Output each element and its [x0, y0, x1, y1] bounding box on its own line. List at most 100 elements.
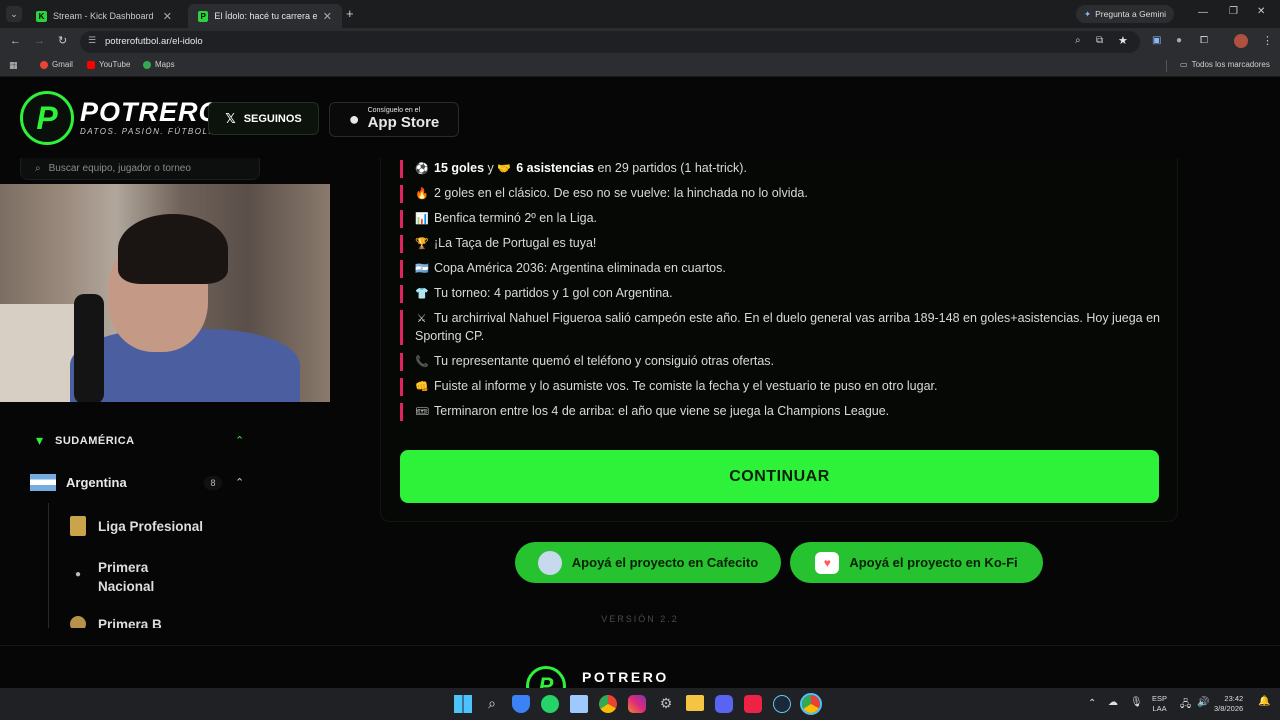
- country-label: Argentina: [66, 475, 127, 490]
- chart-icon: 📊: [415, 213, 429, 225]
- file-explorer-icon[interactable]: [686, 695, 704, 711]
- language-indicator[interactable]: ESP LAA: [1152, 694, 1167, 714]
- kofi-cup-icon: ♥: [815, 551, 840, 574]
- windows-taskbar: ⌕ ⚙ ⌃ ☁ 🎙 ESP LAA 🖧 🔊 23:42 3/8/2026 🔔: [0, 688, 1280, 720]
- region-label: SUDAMÉRICA: [55, 434, 135, 447]
- summary-line: 🏆 ¡La Taça de Portugal es tuya!: [400, 235, 1140, 253]
- ticket-icon: 🎟: [415, 406, 429, 418]
- league-label: Liga Profesional: [98, 518, 204, 534]
- bookmark-youtube[interactable]: YouTube: [87, 60, 130, 69]
- bookmark-maps[interactable]: Maps: [143, 60, 175, 69]
- network-icon[interactable]: 🖧: [1180, 697, 1191, 714]
- windows-start-icon[interactable]: [454, 695, 472, 713]
- apps-grid-icon[interactable]: ▦: [9, 60, 18, 71]
- url-text[interactable]: potrerofutbol.ar/el-idolo: [105, 36, 203, 47]
- summary-line: 👕 Tu torneo: 4 partidos y 1 gol con Argen…: [400, 285, 1140, 303]
- clock[interactable]: 23:42 3/8/2026: [1214, 694, 1243, 714]
- summary-text: Tu representante quemó el teléfono y con…: [434, 354, 775, 368]
- extensions-puzzle-icon[interactable]: ⧠: [1200, 35, 1208, 46]
- notifications-icon[interactable]: 🔔: [1258, 696, 1270, 707]
- bookmark-label: Gmail: [52, 60, 73, 69]
- extension-icon[interactable]: ▣: [1152, 35, 1161, 46]
- time-label: 23:42: [1224, 694, 1244, 703]
- region-sudamerica[interactable]: ▾ SUDAMÉRICA: [36, 432, 135, 449]
- browser-toolbar: ← → ↻ ☰ potrerofutbol.ar/el-idolo ⌕ ⧉ ★ …: [0, 28, 1280, 56]
- league-liga-profesional[interactable]: Liga Profesional: [70, 516, 203, 536]
- cafecito-button[interactable]: Apoyá el proyecto en Cafecito: [515, 542, 781, 583]
- whatsapp-icon[interactable]: [541, 695, 559, 713]
- kofi-button[interactable]: ♥ Apoyá el proyecto en Ko-Fi: [790, 542, 1043, 583]
- tab-title: Stream - Kick Dashboard: [53, 11, 154, 21]
- extension-icon[interactable]: ●: [1176, 35, 1182, 46]
- continue-button[interactable]: CONTINUAR: [400, 450, 1159, 503]
- chevron-up-icon[interactable]: ⌃: [235, 434, 244, 447]
- follow-button[interactable]: 𝕏 SEGUINOS: [208, 102, 319, 135]
- profile-avatar[interactable]: [1234, 34, 1248, 48]
- date-label: 3/8/2026: [1214, 704, 1244, 713]
- summary-stat: 6 asistencias: [516, 161, 595, 175]
- bookmark-gmail[interactable]: Gmail: [40, 60, 73, 69]
- summary-text: y: [484, 161, 498, 175]
- footer-brand: POTRERO: [582, 669, 669, 685]
- tab-el-idolo[interactable]: P El Ídolo: hacé tu carrera en la Li ✕: [188, 4, 342, 28]
- potrero-logo-icon[interactable]: P: [20, 91, 74, 145]
- zoom-icon[interactable]: ⌕: [1075, 35, 1081, 46]
- site-footer: P POTRERO: [0, 645, 1280, 706]
- appstore-big-label: App Store: [367, 114, 440, 132]
- summary-text: en 29 partidos (1 hat-trick).: [594, 161, 747, 175]
- gemini-button[interactable]: ✦ Pregunta a Gemini: [1076, 5, 1174, 23]
- install-icon[interactable]: ⧉: [1096, 35, 1103, 46]
- app-store-button[interactable]: ● Consíguelo en el App Store: [329, 102, 459, 137]
- new-tab-icon[interactable]: +: [346, 6, 354, 21]
- window-close-icon[interactable]: ✕: [1257, 6, 1265, 17]
- search-icon[interactable]: ⌕: [483, 695, 501, 713]
- chrome-icon[interactable]: [599, 695, 617, 713]
- maximize-icon[interactable]: ❐: [1229, 6, 1238, 17]
- fire-icon: 🔥: [415, 188, 429, 200]
- tab-search-icon[interactable]: ⌄: [6, 6, 22, 22]
- south-america-icon: ▾: [36, 432, 44, 448]
- liga-profesional-icon: [70, 516, 86, 536]
- app-icon[interactable]: [744, 695, 762, 713]
- gmail-icon: [40, 60, 48, 69]
- chrome-active-icon[interactable]: [800, 693, 822, 715]
- country-count-badge: 8: [204, 476, 222, 490]
- summary-line: 📊 Benfica terminó 2º en la Liga.: [400, 210, 1140, 228]
- handshake-icon: 🤝: [497, 163, 511, 175]
- apple-icon: ●: [348, 109, 360, 129]
- close-icon[interactable]: ✕: [163, 10, 172, 23]
- close-icon[interactable]: ✕: [323, 10, 332, 23]
- steam-icon[interactable]: [773, 695, 791, 713]
- search-input[interactable]: ⌕ Buscar equipo, jugador o torneo: [20, 158, 260, 180]
- taskbar-apps: ⌕ ⚙: [454, 693, 822, 715]
- address-bar[interactable]: ☰ potrerofutbol.ar/el-idolo ⌕ ⧉ ★: [80, 31, 1140, 53]
- shirt-icon: 👕: [415, 288, 429, 300]
- minimize-icon[interactable]: —: [1198, 7, 1208, 18]
- onedrive-icon[interactable]: ☁: [1108, 697, 1118, 708]
- settings-icon[interactable]: ⚙: [657, 695, 675, 713]
- tray-chevron-icon[interactable]: ⌃: [1088, 698, 1096, 709]
- chevron-up-icon[interactable]: ⌃: [235, 476, 244, 489]
- mic-tray-icon[interactable]: 🎙: [1130, 697, 1143, 708]
- folder-icon: ▭: [1180, 60, 1188, 69]
- reload-icon[interactable]: ↻: [58, 34, 67, 47]
- notepad-icon[interactable]: [570, 695, 588, 713]
- discord-icon[interactable]: [715, 695, 733, 713]
- tab-kick[interactable]: K Stream - Kick Dashboard ✕: [26, 4, 182, 28]
- site-info-icon[interactable]: ☰: [88, 35, 96, 46]
- version-label: VERSIÓN 2.2: [601, 614, 679, 624]
- country-argentina[interactable]: Argentina: [30, 474, 127, 491]
- argentina-flag-icon: 🇦🇷: [415, 263, 429, 275]
- volume-icon[interactable]: 🔊: [1197, 697, 1209, 708]
- forward-icon[interactable]: →: [34, 35, 45, 47]
- menu-icon[interactable]: ⋮: [1262, 34, 1273, 47]
- gemini-label: Pregunta a Gemini: [1095, 9, 1166, 19]
- all-bookmarks[interactable]: ▭ Todos los marcadores: [1180, 60, 1270, 69]
- logo-title[interactable]: POTRERO: [80, 97, 221, 128]
- back-icon[interactable]: ←: [10, 35, 21, 47]
- bookmark-star-icon[interactable]: ★: [1118, 34, 1128, 47]
- league-primera-nacional[interactable]: ● Primera Nacional: [70, 558, 178, 596]
- summary-line: 🇦🇷 Copa América 2036: Argentina eliminada…: [400, 260, 1140, 278]
- shield-icon[interactable]: [512, 695, 530, 713]
- instagram-icon[interactable]: [628, 695, 646, 713]
